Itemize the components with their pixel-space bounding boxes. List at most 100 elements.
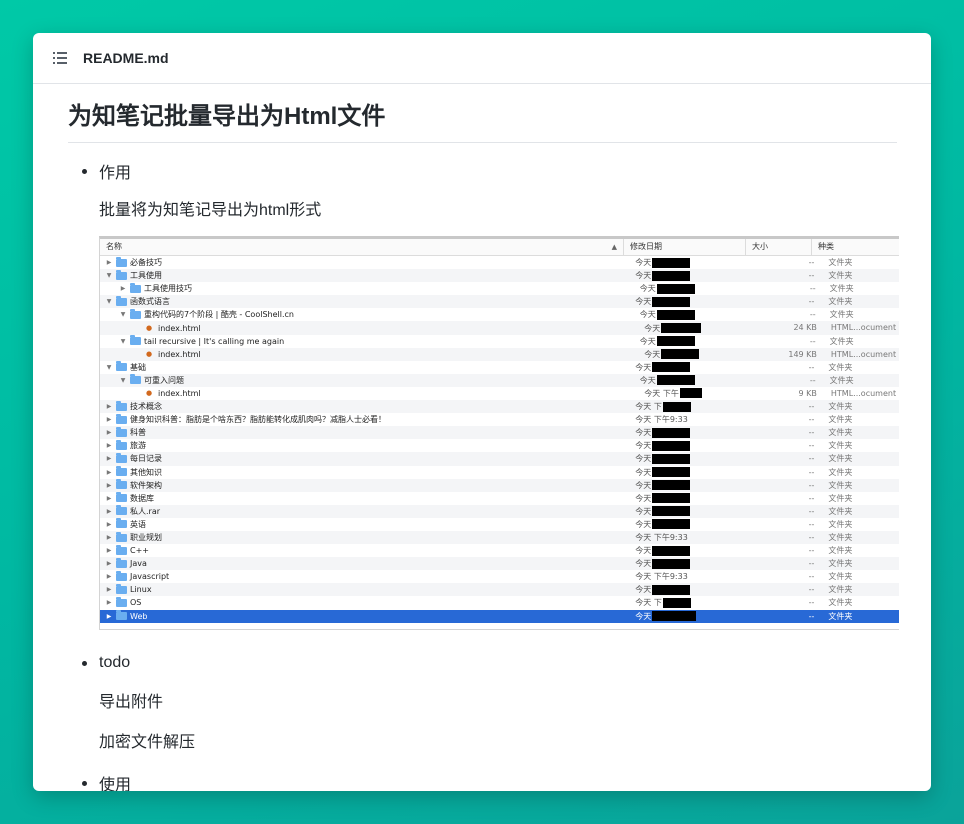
file-date-label: 今天 下 — [635, 402, 662, 412]
disclosure-closed-icon[interactable]: ▶ — [104, 469, 114, 476]
redaction-bar — [652, 296, 691, 307]
file-row[interactable]: ▶ 旅游 今天 -- 文件夹 — [100, 439, 899, 452]
file-name-cell: ▶ Linux — [100, 583, 630, 596]
redaction-bar — [652, 427, 691, 438]
file-row[interactable]: ▼ 基础 今天 -- 文件夹 — [100, 361, 899, 374]
file-kind-cell: 文件夹 — [828, 467, 853, 477]
file-name-label: Web — [130, 611, 148, 621]
file-date-cell: 今天 下 — [630, 596, 771, 609]
disclosure-open-icon[interactable]: ▼ — [118, 377, 128, 384]
file-name-cell: ▶ 其他知识 — [100, 466, 630, 479]
file-date-label: 今天 — [635, 297, 652, 307]
disclosure-closed-icon[interactable]: ▶ — [104, 429, 114, 436]
file-kind-cell: 文件夹 — [828, 611, 853, 621]
redaction-bar — [652, 506, 691, 517]
disclosure-open-icon[interactable]: ▼ — [118, 311, 128, 318]
column-size-header[interactable]: 大小 — [746, 239, 812, 255]
file-row[interactable]: ▶ C++ 今天 -- 文件夹 — [100, 544, 899, 557]
column-kind-header[interactable]: 种类 — [812, 239, 899, 255]
file-date-label: 今天 — [635, 454, 652, 464]
file-row[interactable]: ▶ Java 今天 -- 文件夹 — [100, 557, 899, 571]
file-row[interactable]: ▶ 每日记录 今天 -- 文件夹 — [100, 452, 899, 466]
disclosure-closed-icon[interactable]: ▶ — [104, 534, 114, 541]
file-row[interactable]: ▼ tail recursive | It's calling me again 今… — [100, 335, 899, 348]
column-date-header[interactable]: 修改日期 — [624, 239, 746, 255]
file-row[interactable]: ▶ 软件架构 今天 -- 文件夹 — [100, 478, 899, 492]
disclosure-closed-icon[interactable]: ▶ — [104, 495, 114, 502]
file-date-label: 今天 — [635, 271, 652, 281]
column-name-header[interactable]: 名称 ▲ — [100, 239, 624, 255]
file-row[interactable]: ● index.html 今天 24 KB HTML...ocument — [100, 321, 899, 335]
disclosure-closed-icon[interactable]: ▶ — [104, 416, 114, 423]
redaction-bar — [652, 467, 691, 478]
disclosure-closed-icon[interactable]: ▶ — [104, 573, 114, 580]
file-size-cell: -- — [808, 258, 815, 267]
file-row[interactable]: ▶ 必备技巧 今天 -- 文件夹 — [100, 256, 899, 269]
disclosure-closed-icon[interactable]: ▶ — [104, 613, 114, 620]
file-date-label: 今天 — [635, 467, 652, 477]
file-kind-cell: 文件夹 — [828, 297, 853, 307]
file-date-cell: 今天 下午9:33 — [630, 531, 771, 544]
disclosure-closed-icon[interactable]: ▶ — [104, 521, 114, 528]
disclosure-closed-icon[interactable]: ▶ — [104, 586, 114, 593]
folder-icon — [130, 282, 141, 293]
file-row[interactable]: ▶ 职业规划 今天 下午9:33 -- 文件夹 — [100, 530, 899, 545]
disclosure-open-icon[interactable]: ▼ — [104, 272, 114, 279]
file-row[interactable]: ▶ 技术概念 今天 下 -- 文件夹 — [100, 400, 899, 414]
file-kind-cell: 文件夹 — [829, 284, 854, 294]
file-row[interactable]: ● index.html 今天 149 KB HTML...ocument — [100, 347, 899, 361]
file-row[interactable]: ▶ Javascript 今天 下午9:33 -- 文件夹 — [100, 570, 899, 583]
file-date-label: 今天 — [639, 284, 656, 294]
disclosure-closed-icon[interactable]: ▶ — [104, 442, 114, 449]
file-name-label: 必备技巧 — [130, 258, 162, 268]
disclosure-closed-icon[interactable]: ▶ — [104, 259, 114, 266]
file-date-cell: 今天 — [630, 452, 771, 465]
file-row[interactable]: ▶ 健身知识科普：脂肪是个啥东西？脂肪能转化成肌肉吗？减脂人士必看！ 今天 下午9:… — [100, 413, 899, 426]
disclosure-closed-icon[interactable]: ▶ — [104, 508, 114, 515]
file-name-label: 工具使用 — [130, 271, 162, 281]
file-row[interactable]: ▶ 科普 今天 -- 文件夹 — [100, 426, 899, 440]
file-name-cell: ▼ 工具使用 — [100, 269, 630, 282]
file-row[interactable]: ▼ 重构代码的7个阶段 | 酷壳 - CoolShell.cn 今天 -- 文件夹 — [100, 308, 899, 321]
file-row[interactable]: ▶ 英语 今天 -- 文件夹 — [100, 518, 899, 531]
file-date-label: 今天 — [639, 310, 656, 320]
disclosure-closed-icon[interactable]: ▶ — [104, 455, 114, 462]
redaction-bar — [652, 611, 697, 622]
file-size-cell: -- — [808, 598, 815, 608]
file-row[interactable]: ▼ 函数式语言 今天 -- 文件夹 — [100, 295, 899, 309]
file-size-cell: -- — [808, 271, 815, 281]
redaction-bar — [652, 584, 691, 595]
file-row[interactable]: ▼ 工具使用 今天 -- 文件夹 — [100, 269, 899, 283]
file-name-cell: ▶ Java — [100, 557, 630, 570]
disclosure-open-icon[interactable]: ▼ — [104, 298, 114, 305]
list-icon[interactable] — [53, 52, 67, 64]
file-row[interactable]: ▼ 可重入问题 今天 -- 文件夹 — [100, 373, 899, 387]
file-name-cell: ● index.html — [100, 387, 639, 400]
disclosure-closed-icon[interactable]: ▶ — [104, 482, 114, 489]
disclosure-closed-icon[interactable]: ▶ — [118, 285, 128, 292]
disclosure-open-icon[interactable]: ▼ — [118, 338, 128, 345]
file-date-cell: 今天 下午 — [639, 387, 775, 400]
file-name-cell: ▶ 职业规划 — [100, 531, 630, 544]
file-row[interactable]: ▶ 私人.rar 今天 -- 文件夹 — [100, 504, 899, 518]
file-row[interactable]: ▶ OS 今天 下 -- 文件夹 — [100, 596, 899, 609]
file-kind-cell: 文件夹 — [828, 362, 853, 372]
disclosure-closed-icon[interactable]: ▶ — [104, 599, 114, 606]
file-row[interactable]: ▶ Web 今天 -- 文件夹 — [100, 609, 899, 623]
bullet-dot — [82, 780, 87, 786]
file-row[interactable]: ▶ Linux 今天 -- 文件夹 — [100, 583, 899, 597]
file-row[interactable]: ▶ 工具使用技巧 今天 -- 文件夹 — [100, 282, 899, 295]
disclosure-closed-icon[interactable]: ▶ — [104, 560, 114, 567]
redaction-bar — [656, 283, 695, 294]
file-row[interactable]: ▶ 数据库 今天 -- 文件夹 — [100, 492, 899, 505]
disclosure-closed-icon[interactable]: ▶ — [104, 403, 114, 410]
file-name-cell: ▶ 工具使用技巧 — [100, 282, 635, 295]
disclosure-closed-icon[interactable]: ▶ — [104, 547, 114, 554]
file-row[interactable]: ▶ 其他知识 今天 -- 文件夹 — [100, 466, 899, 479]
file-name-cell: ▶ OS — [100, 596, 630, 609]
file-date-label: 今天 — [635, 428, 652, 438]
disclosure-open-icon[interactable]: ▼ — [104, 364, 114, 371]
file-header: README.md — [33, 33, 931, 84]
file-row[interactable]: ● index.html 今天 下午 9 KB HTML...ocument — [100, 387, 899, 400]
folder-icon — [116, 610, 127, 621]
